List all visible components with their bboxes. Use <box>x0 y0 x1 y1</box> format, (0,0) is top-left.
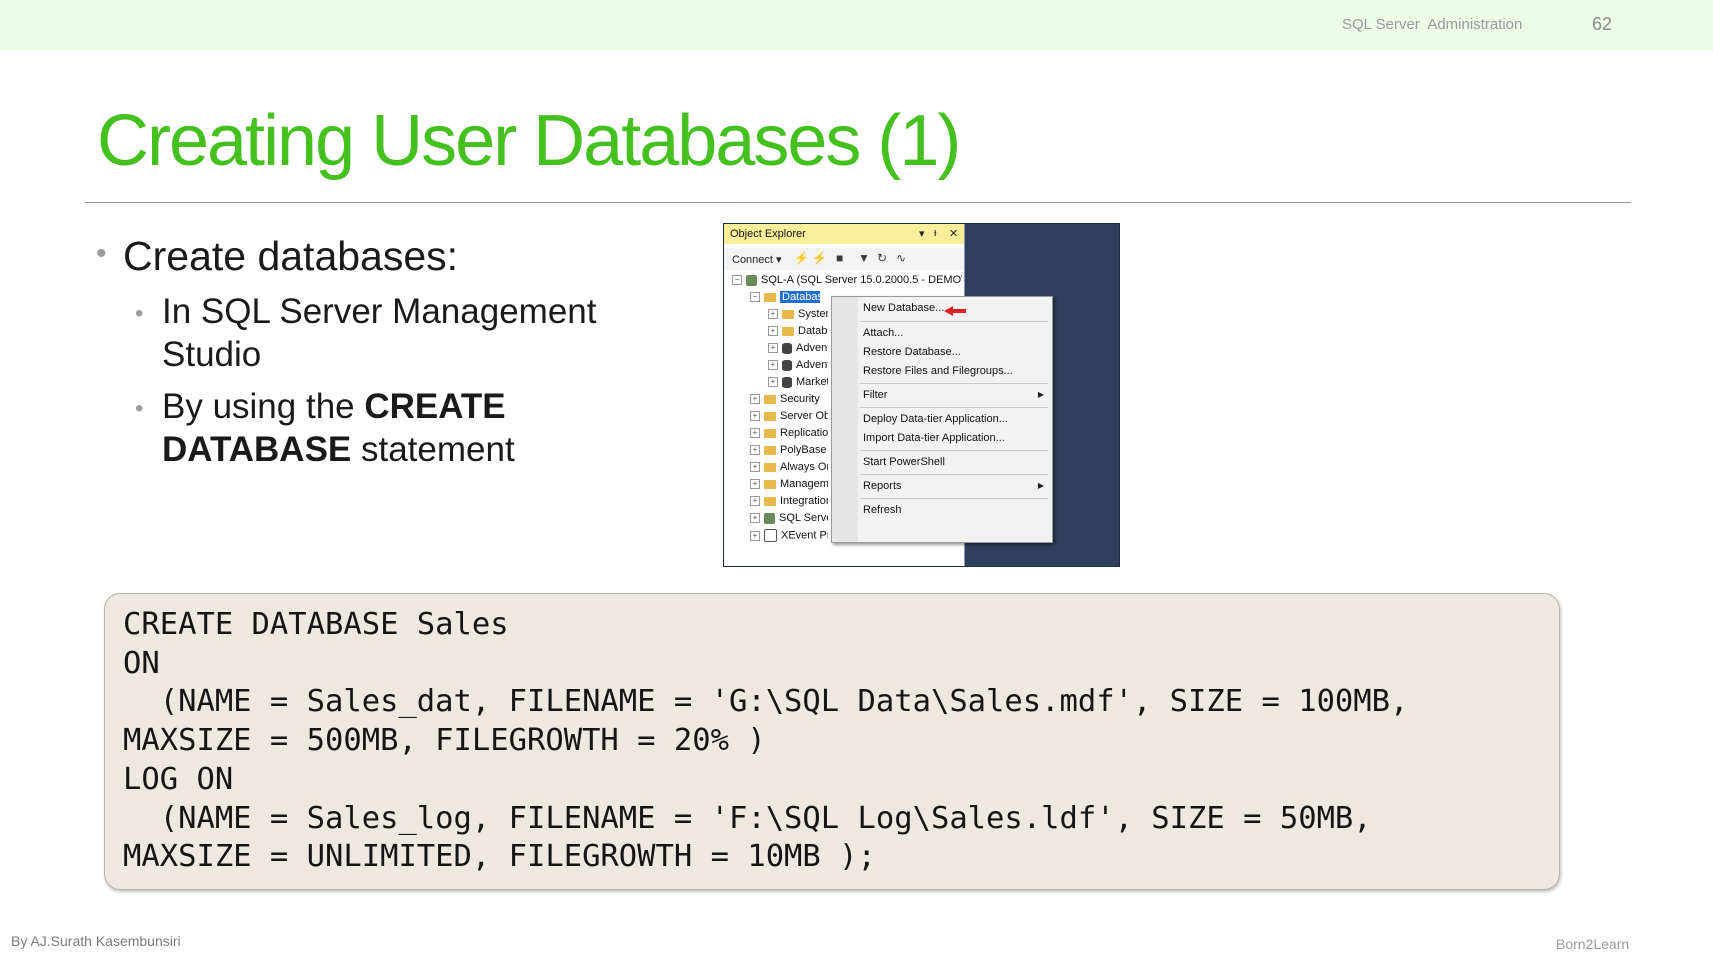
menu-separator <box>860 474 1048 475</box>
folder-icon <box>782 309 794 319</box>
tree-node-integration[interactable]: +Integration Services Catalogs <box>750 495 828 511</box>
refresh-icon[interactable]: ↻ <box>877 251 887 265</box>
menu-separator <box>860 321 1048 322</box>
course-name: SQL Server Administration <box>1342 16 1523 33</box>
folder-icon <box>764 394 776 404</box>
tree-node-xevent[interactable]: +XEvent Profiler <box>750 529 828 545</box>
submenu-arrow-icon: ▶ <box>1037 390 1044 399</box>
menu-item-restore-database[interactable]: Restore Database... <box>863 343 961 361</box>
tree-node-snapshots[interactable]: +Database Snapshots <box>768 325 828 341</box>
tree-node-always-on[interactable]: +Always On High Availability <box>750 461 828 477</box>
tree-node-management[interactable]: +Management <box>750 478 828 494</box>
menu-separator <box>860 498 1048 499</box>
database-icon <box>782 359 792 371</box>
activity-icon[interactable]: ∿ <box>896 251 906 265</box>
tree-node-agent[interactable]: +SQL Server Agent <box>750 512 828 528</box>
folder-icon <box>764 292 776 302</box>
object-explorer-title: Object Explorer <box>730 228 806 240</box>
folder-icon <box>764 445 776 455</box>
submenu-arrow-icon: ▶ <box>1037 481 1044 490</box>
agent-icon <box>764 512 775 524</box>
context-menu: New Database... Attach... Restore Databa… <box>831 296 1053 543</box>
pin-icon[interactable]: ᵼ <box>934 227 936 239</box>
server-icon <box>746 274 757 286</box>
bullet-dot-icon: • <box>135 395 144 422</box>
code-line: MAXSIZE = 500MB, FILEGROWTH = 20% ) <box>123 723 766 759</box>
tree-node-replication[interactable]: +Replication <box>750 427 828 443</box>
slide-title: Creating User Databases (1) <box>97 101 961 181</box>
connect-label: Connect <box>732 254 773 266</box>
close-icon[interactable]: ✕ <box>949 227 958 240</box>
menu-item-start-powershell[interactable]: Start PowerShell <box>863 453 945 471</box>
folder-icon <box>764 411 776 421</box>
code-line: LOG ON <box>123 761 234 797</box>
slide-header-bar: SQL Server Administration 62 <box>0 0 1713 50</box>
bullet-text-pre: By using the <box>162 387 365 426</box>
database-icon <box>782 342 792 354</box>
context-menu-gutter <box>832 297 858 542</box>
bullet-text-post: statement <box>351 430 515 469</box>
object-explorer-toolbar: Connect ▾ ⚡ ⚡ ■ ▼ ↻ ∿ <box>724 248 964 270</box>
object-explorer-titlebar: Object Explorer ▾ ᵼ ✕ <box>724 224 964 244</box>
stop-icon[interactable]: ■ <box>836 251 843 265</box>
footer-author: By AJ.Surath Kasembunsiri <box>11 933 181 949</box>
bullet-text: In SQL Server Management Studio <box>162 292 597 374</box>
title-divider <box>85 202 1631 203</box>
dropdown-icon[interactable]: ▾ <box>919 227 925 240</box>
connect-button[interactable]: Connect ▾ <box>732 253 782 266</box>
disconnect-icon[interactable]: ⚡ <box>812 251 827 265</box>
menu-item-new-database[interactable]: New Database... <box>863 299 944 317</box>
folder-icon <box>782 326 794 336</box>
tree-node-polybase[interactable]: + PolyBase <box>750 444 828 460</box>
database-icon <box>782 376 792 388</box>
tree-node-server[interactable]: − SQL-A (SQL Server 15.0.2000.5 - DEMO\ <box>732 274 962 290</box>
tree-node-security[interactable]: + Security <box>750 393 828 409</box>
menu-item-attach[interactable]: Attach... <box>863 324 903 342</box>
folder-icon <box>764 496 776 506</box>
code-block: CREATE DATABASE Sales ON (NAME = Sales_d… <box>104 593 1560 890</box>
filter-icon[interactable]: ▼ <box>858 251 870 265</box>
code-line: (NAME = Sales_dat, FILENAME = 'G:\SQL Da… <box>123 684 1409 720</box>
menu-item-import-dac[interactable]: Import Data-tier Application... <box>863 429 1005 447</box>
folder-icon <box>764 462 776 472</box>
tree-node-db-3[interactable]: +Marketing <box>768 376 828 392</box>
menu-separator <box>860 450 1048 451</box>
connect-plug-icon[interactable]: ⚡ <box>794 251 809 265</box>
menu-item-restore-files[interactable]: Restore Files and Filegroups... <box>863 362 1013 380</box>
bullet-dot-icon: • <box>96 237 107 270</box>
tree-node-db-1[interactable]: +AdventureWorks <box>768 342 828 358</box>
code-line: ON <box>123 645 160 681</box>
menu-separator <box>860 383 1048 384</box>
menu-item-reports[interactable]: Reports <box>863 477 902 495</box>
code-line: (NAME = Sales_log, FILENAME = 'F:\SQL Lo… <box>123 800 1372 836</box>
menu-item-filter[interactable]: Filter <box>863 386 887 404</box>
sql-code: CREATE DATABASE Sales ON (NAME = Sales_d… <box>123 606 1408 877</box>
menu-separator <box>860 407 1048 408</box>
bullet-text: Create databases: <box>123 233 459 279</box>
tree-node-db-2[interactable]: +AdventureWorksDW <box>768 359 828 375</box>
tree-node-system-databases[interactable]: +System Databases <box>768 308 828 324</box>
page-number: 62 <box>1592 14 1613 34</box>
menu-item-refresh[interactable]: Refresh <box>863 501 902 519</box>
folder-icon <box>764 479 776 489</box>
bullet-dot-icon: • <box>135 300 144 327</box>
tree-node-databases[interactable]: −Databases <box>750 291 820 307</box>
menu-item-deploy-dac[interactable]: Deploy Data-tier Application... <box>863 410 1008 428</box>
profiler-icon <box>764 529 777 542</box>
footer-brand: Born2Learn <box>1556 936 1630 952</box>
folder-icon <box>764 428 776 438</box>
bullet-text: By using the CREATE DATABASE statement <box>162 385 652 471</box>
code-line: CREATE DATABASE Sales <box>123 607 509 642</box>
red-arrow-icon <box>944 306 966 316</box>
tree-node-server-objects[interactable]: +Server Objects <box>750 410 828 426</box>
object-explorer-screenshot: Object Explorer ▾ ᵼ ✕ Connect ▾ ⚡ ⚡ ■ ▼ … <box>723 223 1120 567</box>
code-line: MAXSIZE = UNLIMITED, FILEGROWTH = 10MB )… <box>123 839 876 875</box>
